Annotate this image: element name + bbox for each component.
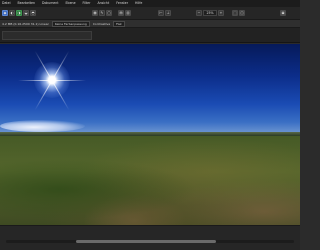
menu-item-dokument[interactable]: Dokument (42, 0, 59, 7)
zoom-unit: % (210, 11, 214, 15)
cloud (0, 120, 85, 132)
canvas[interactable] (0, 44, 300, 225)
tone-map-persona-button[interactable]: ◒ (23, 10, 29, 16)
sun-ray (52, 80, 86, 81)
brush-icon[interactable]: ✎ (99, 10, 105, 16)
toolbar: ◆ ◐ ◑ ◒ ◓ ▦ ✎ ▢ ▤ ▥ ⊢ ⊥ − 25% + ⬚ ◫ ▣ (0, 7, 300, 20)
view-tools-group: ▦ ✎ ▢ (92, 10, 112, 16)
blend-label: Contrastiva (92, 21, 111, 26)
zoom-in-icon[interactable]: + (218, 10, 224, 16)
export-persona-button[interactable]: ◓ (30, 10, 36, 16)
liquify-persona-button[interactable]: ◐ (9, 10, 15, 16)
arrange-group: ▤ ▥ (118, 10, 131, 16)
align-left-icon[interactable]: ⊢ (158, 10, 164, 16)
menu-item-bearbeiten[interactable]: Bearbeiten (18, 0, 36, 7)
menu-item-ansicht[interactable]: Ansicht (97, 0, 109, 7)
document-tab[interactable] (2, 31, 92, 40)
document-tab-bar (0, 28, 300, 43)
menu-item-hilfe[interactable]: Hilfe (135, 0, 142, 7)
zoom-group: − 25% + (196, 10, 224, 16)
menu-item-filter[interactable]: Filter (83, 0, 91, 7)
align-center-icon[interactable]: ⊥ (165, 10, 171, 16)
context-toolbar: 4.2 MB (0.16.2500 31.1) Linear Keine Far… (0, 20, 300, 28)
arrange-back-icon[interactable]: ▤ (118, 10, 124, 16)
sun-ray (18, 80, 52, 81)
blend-select[interactable]: Fisk (113, 20, 125, 27)
zoom-out-icon[interactable]: − (196, 10, 202, 16)
menu-item-datei[interactable]: Datei (2, 0, 11, 7)
menu-bar: Datei Bearbeiten Dokument Ebene Filter A… (0, 0, 300, 7)
zoom-field[interactable]: 25% (203, 10, 217, 16)
studio-panel-icon[interactable]: ▣ (280, 10, 286, 16)
persona-group: ◆ ◐ ◑ ◒ ◓ (2, 10, 36, 16)
menu-item-fenster[interactable]: Fenster (116, 0, 128, 7)
grass-field (0, 136, 300, 225)
align-group: ⊢ ⊥ (158, 10, 171, 16)
view-mode-group: ⬚ ◫ (232, 10, 245, 16)
studio-group: ▣ (280, 10, 286, 16)
horizontal-scrollbar[interactable] (6, 240, 294, 243)
fit-view-icon[interactable]: ⬚ (232, 10, 238, 16)
arrange-front-icon[interactable]: ▥ (125, 10, 131, 16)
document-info: 4.2 MB (0.16.2500 31.1) Linear (2, 21, 49, 26)
photo-persona-button[interactable]: ◆ (2, 10, 8, 16)
split-view-icon[interactable]: ◫ (239, 10, 245, 16)
layer-name-field[interactable]: Keine Farbanpassung (51, 20, 90, 27)
develop-persona-button[interactable]: ◑ (16, 10, 22, 16)
scrollbar-thumb[interactable] (76, 240, 216, 243)
grid-icon[interactable]: ▦ (92, 10, 98, 16)
selection-icon[interactable]: ▢ (106, 10, 112, 16)
menu-item-ebene[interactable]: Ebene (66, 0, 76, 7)
status-bar (0, 225, 300, 250)
